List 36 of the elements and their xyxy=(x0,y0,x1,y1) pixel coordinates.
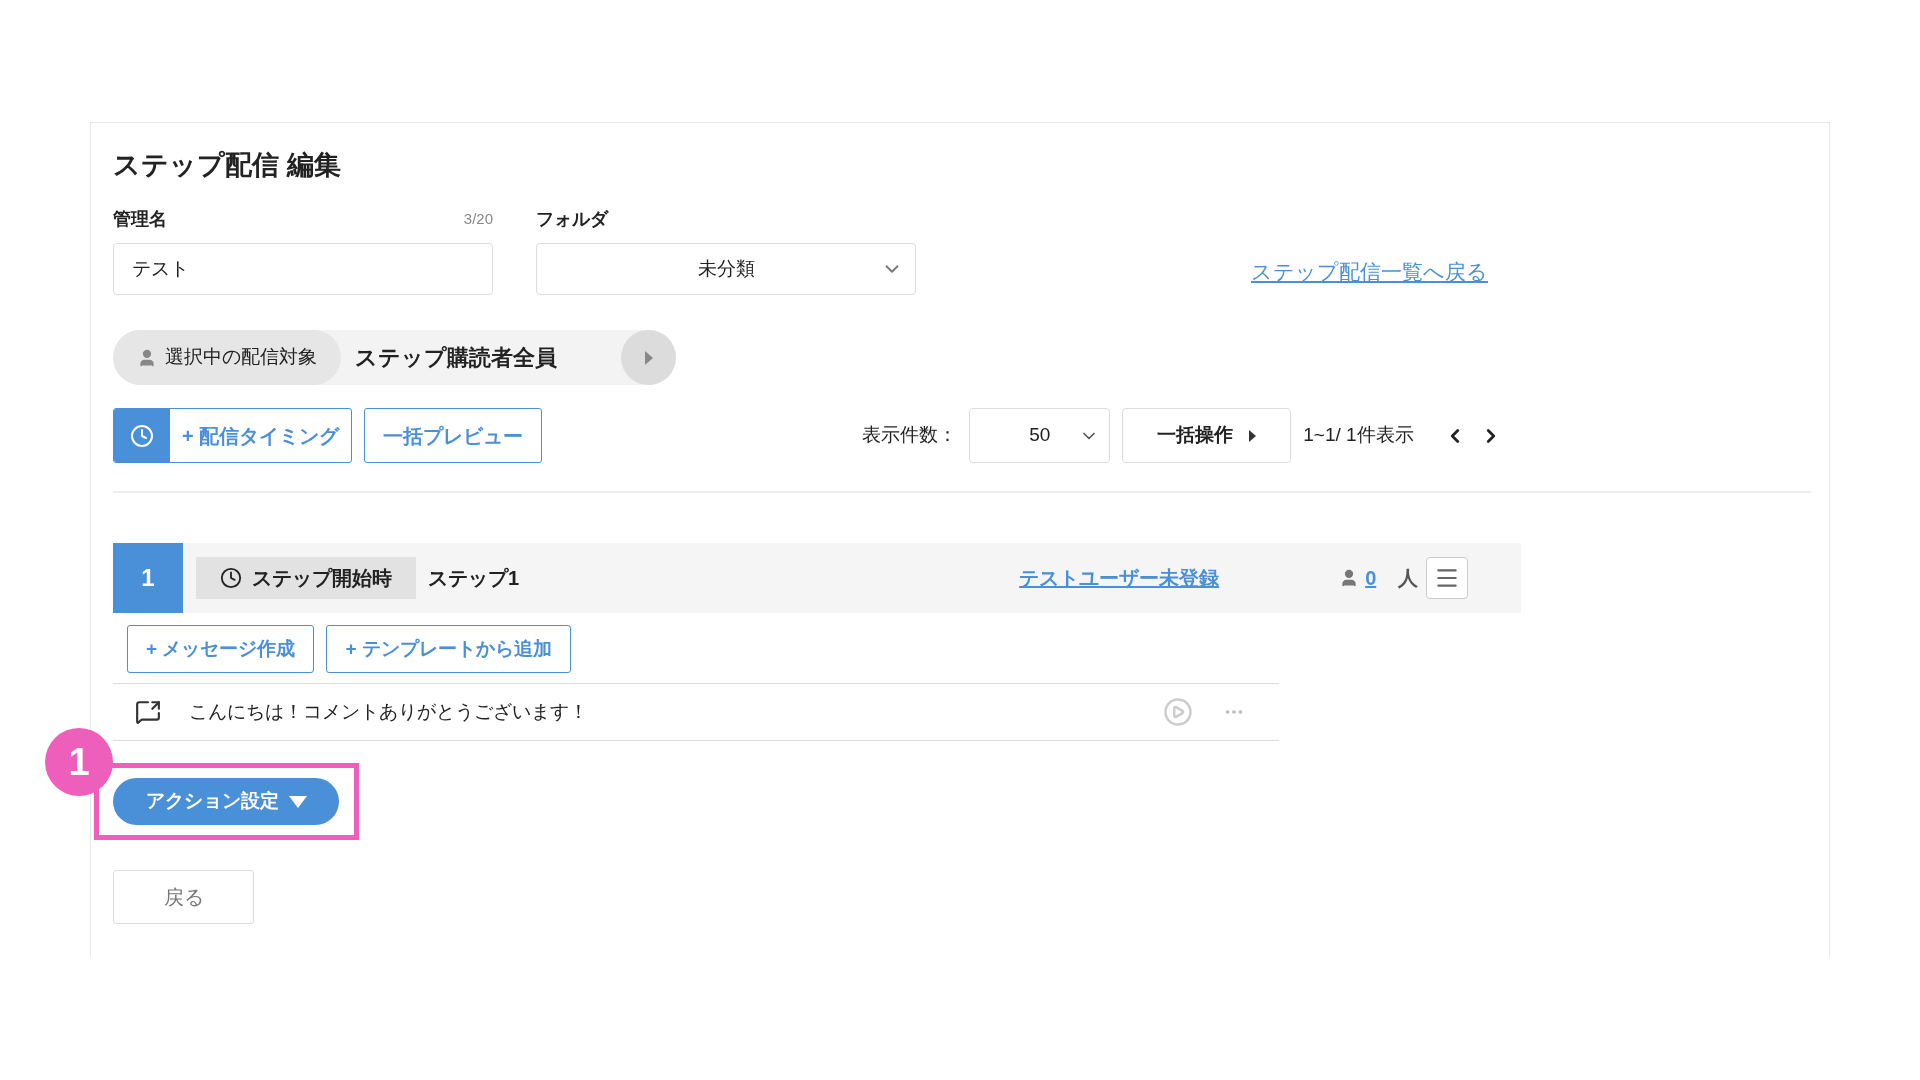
timing-button[interactable]: + 配信タイミング xyxy=(113,408,353,463)
count-unit: 人 xyxy=(1398,566,1419,591)
bulk-action-button[interactable]: 一括操作 xyxy=(1122,408,1292,463)
test-user-link[interactable]: テストユーザー未登録 xyxy=(1019,563,1220,593)
folder-select[interactable]: 未分類 xyxy=(536,243,916,295)
target-selector[interactable]: 選択中の配信対象 ステップ購読者全員 xyxy=(113,330,676,385)
timing-chip: ステップ開始時 xyxy=(196,557,416,599)
triangle-right-icon xyxy=(1249,429,1257,442)
per-page-label: 表示件数： xyxy=(862,423,958,448)
page-title: ステップ配信 編集 xyxy=(113,149,342,182)
chat-bubble-icon xyxy=(135,699,161,725)
add-message-button[interactable]: + メッセージ作成 xyxy=(127,625,315,673)
subscriber-count-link[interactable]: 0 xyxy=(1365,563,1377,593)
clock-icon xyxy=(130,423,154,448)
back-to-list-link[interactable]: ステップ配信一覧へ戻る xyxy=(1251,255,1488,287)
bulk-preview-button[interactable]: 一括プレビュー xyxy=(364,408,543,463)
back-button[interactable]: 戻る xyxy=(113,870,254,924)
step-number: 1 xyxy=(113,543,183,613)
field-label: フォルダ xyxy=(536,207,608,231)
name-input-field[interactable]: テスト xyxy=(113,243,493,295)
caret-down-icon xyxy=(288,795,307,808)
add-message-button[interactable]: + テンプレートから追加 xyxy=(326,625,571,673)
pagination-range: 1~1/ 1件表示 xyxy=(1303,423,1414,448)
step-number-badge: 1 xyxy=(45,728,113,796)
menu-button[interactable] xyxy=(1426,557,1469,599)
field-label: 管理名 xyxy=(113,207,167,231)
per-page-select[interactable]: 50 xyxy=(969,408,1111,463)
person-icon xyxy=(137,347,157,368)
target-label: 選択中の配信対象 xyxy=(165,345,317,370)
triangle-right-icon xyxy=(643,350,654,365)
message-text: こんにちは！コメントありがとうございます！ xyxy=(189,699,589,724)
step-name: ステップ1 xyxy=(428,566,520,591)
clock-icon xyxy=(220,567,242,589)
target-value: ステップ購読者全員 xyxy=(355,344,558,372)
character-counter: 3/20 xyxy=(463,208,493,229)
action-settings-button[interactable]: アクション設定 xyxy=(113,778,339,825)
